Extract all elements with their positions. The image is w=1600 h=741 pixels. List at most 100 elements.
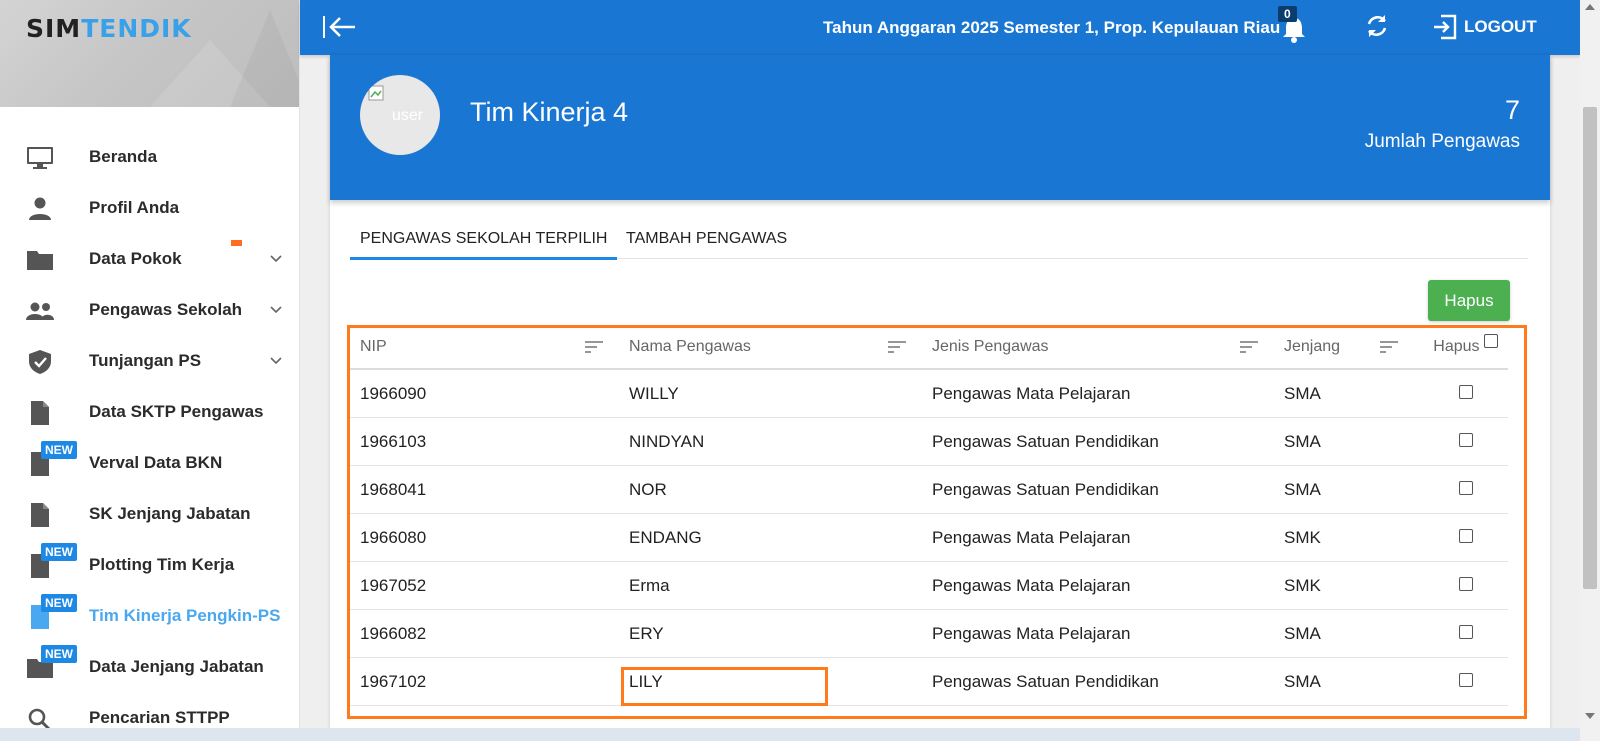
table-row: 1967052 Erma Pengawas Mata Pelajaran SMK xyxy=(348,561,1508,610)
row-delete-checkbox[interactable] xyxy=(1459,432,1473,447)
sidebar-item-label: Plotting Tim Kerja xyxy=(89,555,235,574)
cell-jenis: Pengawas Mata Pelajaran xyxy=(920,561,1272,610)
document-icon xyxy=(31,401,49,425)
column-header-nip[interactable]: NIP xyxy=(348,325,617,370)
row-delete-checkbox[interactable] xyxy=(1459,528,1473,543)
period-context: Tahun Anggaran 2025 Semester 1, Prop. Ke… xyxy=(823,18,1281,37)
app-logo[interactable]: SIMTENDIK xyxy=(26,14,192,43)
sort-icon[interactable] xyxy=(585,341,603,353)
cell-jenis: Pengawas Mata Pelajaran xyxy=(920,609,1272,658)
logout-icon xyxy=(1434,14,1457,40)
broken-image-icon xyxy=(368,85,384,101)
cell-hapus xyxy=(1412,465,1508,514)
sidebar-item-data-jenjang[interactable]: NEW Data Jenjang Jabatan xyxy=(0,642,299,693)
scroll-up-arrow-icon[interactable] xyxy=(1585,4,1595,10)
sidebar-item-plotting-tim[interactable]: NEW Plotting Tim Kerja xyxy=(0,540,299,591)
sidebar-item-pengawas-sekolah[interactable]: Pengawas Sekolah xyxy=(0,285,299,336)
cell-nip: 1966103 xyxy=(348,417,617,466)
cell-jenis: Pengawas Satuan Pendidikan xyxy=(920,417,1272,466)
document-icon xyxy=(31,503,49,527)
new-badge: NEW xyxy=(41,543,77,561)
logout-button[interactable]: LOGOUT xyxy=(1432,12,1537,42)
delete-button[interactable]: Hapus xyxy=(1428,280,1510,321)
cell-hapus xyxy=(1412,513,1508,562)
cell-nip: 1967102 xyxy=(348,657,617,706)
cell-jenjang: SMA xyxy=(1272,609,1412,658)
cell-jenjang: SMA xyxy=(1272,657,1412,706)
sidebar-item-label: Pencarian STTPP xyxy=(89,708,230,727)
cell-nip: 1967052 xyxy=(348,561,617,610)
brand-header: SIMTENDIK xyxy=(0,0,299,107)
cell-jenjang: SMK xyxy=(1272,513,1412,562)
sidebar: SIMTENDIK Beranda Profil Anda Data Pokok… xyxy=(0,0,300,741)
cell-jenjang: SMK xyxy=(1272,561,1412,610)
chevron-down-icon[interactable] xyxy=(270,254,282,264)
chevron-down-icon[interactable] xyxy=(270,305,282,315)
os-taskbar xyxy=(0,728,1580,741)
scrollbar-thumb[interactable] xyxy=(1583,107,1597,589)
sidebar-item-tim-kinerja[interactable]: NEW Tim Kinerja Pengkin-PS xyxy=(0,591,299,642)
vertical-scrollbar[interactable] xyxy=(1580,0,1600,741)
supervisor-table: NIP Nama Pengawas Jenis Pengawas Jenjang… xyxy=(348,325,1508,706)
supervisor-count-label: Jumlah Pengawas xyxy=(1364,131,1520,152)
sort-icon[interactable] xyxy=(1240,341,1258,353)
chevron-down-icon[interactable] xyxy=(270,356,282,366)
sidebar-item-label: Tunjangan PS xyxy=(89,351,202,370)
cell-nama: WILLY xyxy=(617,369,920,418)
column-header-jenjang[interactable]: Jenjang xyxy=(1272,325,1412,370)
row-delete-checkbox[interactable] xyxy=(1459,576,1473,591)
shield-check-icon xyxy=(29,350,51,374)
tab-add-supervisor[interactable]: TAMBAH PENGAWAS xyxy=(616,220,797,258)
refresh-icon[interactable] xyxy=(1363,12,1391,40)
column-header-nama[interactable]: Nama Pengawas xyxy=(617,325,920,370)
cell-jenis: Pengawas Satuan Pendidikan xyxy=(920,657,1272,706)
sort-icon[interactable] xyxy=(1380,341,1398,353)
table-row: 1966090 WILLY Pengawas Mata Pelajaran SMA xyxy=(348,369,1508,418)
new-badge: NEW xyxy=(41,441,77,459)
cell-nama: Erma xyxy=(617,561,920,610)
table-row: 1966080 ENDANG Pengawas Mata Pelajaran SMK xyxy=(348,513,1508,562)
table-header-row: NIP Nama Pengawas Jenis Pengawas Jenjang… xyxy=(348,325,1508,370)
scroll-down-arrow-icon[interactable] xyxy=(1585,713,1595,719)
column-header-jenis[interactable]: Jenis Pengawas xyxy=(920,325,1272,370)
cell-nama: ENDANG xyxy=(617,513,920,562)
sidebar-item-profil[interactable]: Profil Anda xyxy=(0,183,299,234)
sidebar-item-beranda[interactable]: Beranda xyxy=(0,132,299,183)
row-delete-checkbox[interactable] xyxy=(1459,480,1473,495)
sidebar-item-label: Data Jenjang Jabatan xyxy=(89,657,264,676)
table-row: 1966103 NINDYAN Pengawas Satuan Pendidikan… xyxy=(348,417,1508,466)
new-badge: NEW xyxy=(41,594,77,612)
avatar: user xyxy=(360,75,440,155)
sidebar-item-label: Pengawas Sekolah xyxy=(89,300,243,319)
cell-nip: 1966080 xyxy=(348,513,617,562)
header-label: Jenis Pengawas xyxy=(932,337,1049,355)
person-icon xyxy=(29,197,51,220)
sidebar-item-verval-bkn[interactable]: NEW Verval Data BKN xyxy=(0,438,299,489)
notification-dot xyxy=(231,240,242,246)
cell-hapus xyxy=(1412,609,1508,658)
cell-jenis: Pengawas Satuan Pendidikan xyxy=(920,465,1272,514)
cell-nama: NINDYAN xyxy=(617,417,920,466)
collapse-sidebar-icon[interactable] xyxy=(322,14,358,40)
row-delete-checkbox[interactable] xyxy=(1459,672,1473,687)
header-label: NIP xyxy=(360,337,387,355)
select-all-checkbox[interactable] xyxy=(1484,333,1498,348)
folder-icon xyxy=(27,251,53,270)
sidebar-item-tunjangan-ps[interactable]: Tunjangan PS xyxy=(0,336,299,387)
row-delete-checkbox[interactable] xyxy=(1459,624,1473,639)
logo-part-sim: SIM xyxy=(26,14,82,43)
monitor-icon xyxy=(27,147,53,169)
sidebar-item-sk-jenjang[interactable]: SK Jenjang Jabatan xyxy=(0,489,299,540)
cell-nama: ERY xyxy=(617,609,920,658)
cell-jenjang: SMA xyxy=(1272,465,1412,514)
sidebar-item-label: Beranda xyxy=(89,147,158,166)
tab-bar: PENGAWAS SEKOLAH TERPILIH TAMBAH PENGAWA… xyxy=(350,220,1528,260)
sidebar-item-label: SK Jenjang Jabatan xyxy=(89,504,251,523)
sidebar-item-label: Data SKTP Pengawas xyxy=(89,402,264,421)
notification-count-badge: 0 xyxy=(1278,6,1297,22)
tab-selected-supervisors[interactable]: PENGAWAS SEKOLAH TERPILIH xyxy=(350,220,618,260)
sidebar-item-data-pokok[interactable]: Data Pokok xyxy=(0,234,299,285)
sidebar-item-data-sktp[interactable]: Data SKTP Pengawas xyxy=(0,387,299,438)
sort-icon[interactable] xyxy=(888,341,906,353)
row-delete-checkbox[interactable] xyxy=(1459,384,1473,399)
